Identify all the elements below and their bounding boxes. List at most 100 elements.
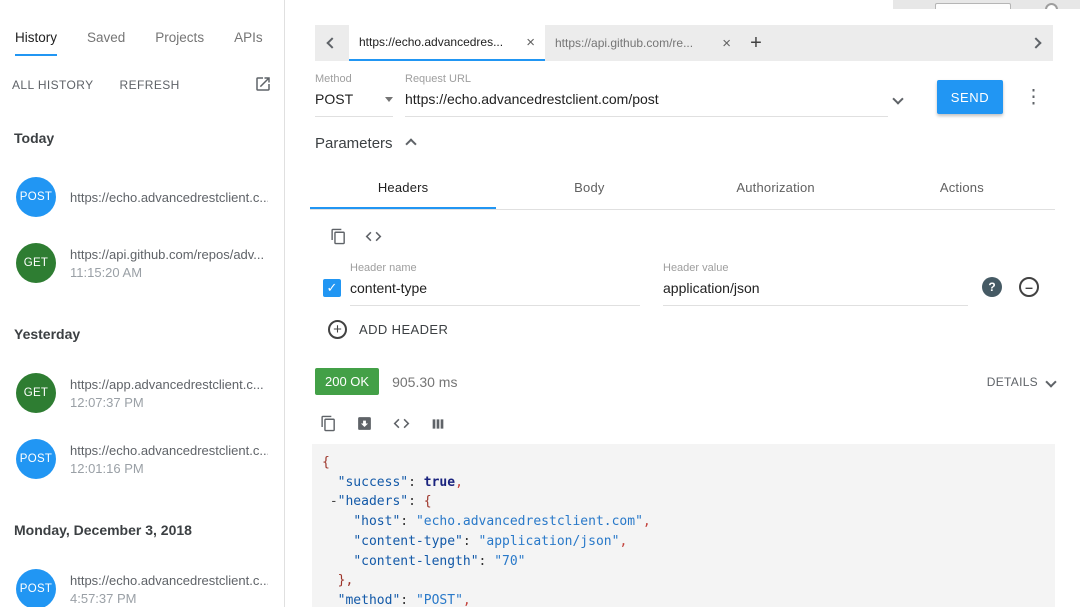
header-value-input[interactable]: Header value application/json: [663, 262, 968, 306]
history-time: 4:57:37 PM: [70, 591, 268, 606]
method-badge: GET: [16, 243, 56, 283]
url-detail-toggle[interactable]: [894, 90, 902, 108]
sidebar-tab-saved[interactable]: Saved: [87, 30, 125, 56]
chevron-up-icon: [405, 138, 416, 149]
history-url: https://echo.advancedrestclient.c...: [70, 443, 268, 458]
save-icon[interactable]: [356, 415, 373, 432]
method-badge: POST: [16, 177, 56, 217]
method-label: Method: [315, 73, 393, 85]
add-header-label: ADD HEADER: [359, 322, 448, 337]
request-url-label: Request URL: [405, 73, 888, 85]
history-url: https://echo.advancedrestclient.c...: [70, 573, 268, 588]
history-item[interactable]: POST https://echo.advancedrestclient.c..…: [0, 556, 284, 607]
history-time: 12:07:37 PM: [70, 395, 264, 410]
header-name-input[interactable]: Header name content-type: [350, 262, 640, 306]
response-toolbar: [320, 414, 446, 433]
request-menu-icon[interactable]: ⋮: [1024, 86, 1040, 109]
request-tab-label: https://api.github.com/re...: [555, 36, 716, 50]
check-icon: ✓: [327, 280, 338, 296]
arc-app: History Saved Projects APIs ALL HISTORY …: [0, 0, 1080, 607]
request-url-value: https://echo.advancedrestclient.com/post: [405, 91, 659, 107]
chevron-right-icon: [1030, 37, 1041, 48]
header-enabled-checkbox[interactable]: ✓: [323, 279, 341, 297]
json-line: -"headers": {: [322, 492, 1045, 512]
history-group-title: Yesterday: [14, 326, 284, 342]
sidebar-tab-projects[interactable]: Projects: [155, 30, 204, 56]
chevron-down-icon: [1045, 376, 1056, 387]
chevron-left-icon: [326, 37, 337, 48]
collapse-toggle-icon[interactable]: -: [330, 494, 338, 509]
tab-authorization[interactable]: Authorization: [683, 168, 869, 209]
sidebar-tab-apis[interactable]: APIs: [234, 30, 263, 56]
json-line: "method": "POST",: [322, 591, 1045, 607]
new-tab-button[interactable]: +: [741, 25, 771, 61]
dropdown-caret-icon: [385, 97, 393, 102]
add-circle-icon: +: [328, 320, 347, 339]
tab-headers[interactable]: Headers: [310, 168, 496, 209]
json-line: {: [322, 453, 1045, 473]
send-button[interactable]: SEND: [937, 80, 1003, 114]
json-line: },: [322, 571, 1045, 591]
editor-tabs: Headers Body Authorization Actions: [310, 168, 1055, 210]
history-item[interactable]: POST https://echo.advancedrestclient.c..…: [0, 426, 284, 492]
details-label: DETAILS: [987, 375, 1038, 389]
sidebar: History Saved Projects APIs ALL HISTORY …: [0, 0, 285, 607]
sidebar-tabs: History Saved Projects APIs: [15, 30, 263, 56]
copy-icon[interactable]: [330, 228, 347, 245]
close-tab-icon[interactable]: ×: [722, 36, 731, 51]
details-toggle[interactable]: DETAILS: [987, 375, 1055, 389]
header-value-value: application/json: [663, 280, 760, 296]
history-item[interactable]: GET https://api.github.com/repos/adv... …: [0, 230, 284, 296]
header-name-value: content-type: [350, 280, 427, 296]
method-selector[interactable]: Method POST: [315, 73, 393, 117]
parameters-toggle[interactable]: Parameters: [315, 135, 415, 152]
method-badge: POST: [16, 569, 56, 607]
response-json-viewer[interactable]: { "success": true, -"headers": { "host":…: [312, 444, 1055, 607]
sidebar-actions: ALL HISTORY REFRESH: [12, 78, 180, 92]
request-tab-label: https://echo.advancedres...: [359, 35, 520, 49]
add-header-button[interactable]: + ADD HEADER: [328, 320, 448, 339]
sidebar-tab-history[interactable]: History: [15, 30, 57, 56]
tab-actions[interactable]: Actions: [869, 168, 1055, 209]
parameters-label: Parameters: [315, 135, 393, 152]
history-time: 12:01:16 PM: [70, 461, 268, 476]
method-value: POST: [315, 91, 353, 107]
code-icon[interactable]: [392, 414, 411, 433]
response-status-row: 200 OK 905.30 ms DETAILS: [315, 368, 1055, 395]
tabs-scroll-right-button[interactable]: [1019, 25, 1053, 61]
refresh-button[interactable]: REFRESH: [120, 78, 180, 92]
history-group-title: Today: [14, 130, 284, 146]
tabs-scroll-left-button[interactable]: [315, 25, 349, 61]
code-icon[interactable]: [364, 227, 383, 246]
history-item[interactable]: GET https://app.advancedrestclient.c... …: [0, 360, 284, 426]
request-url-input[interactable]: Request URL https://echo.advancedrestcli…: [405, 73, 888, 117]
remove-header-icon[interactable]: –: [1019, 277, 1039, 297]
method-badge: GET: [16, 373, 56, 413]
chevron-down-icon: [892, 93, 903, 104]
request-tabstrip: https://echo.advancedres... × https://ap…: [315, 25, 1053, 61]
history-group-title: Monday, December 3, 2018: [14, 522, 284, 538]
status-badge: 200 OK: [315, 368, 379, 395]
json-line: "success": true,: [322, 473, 1045, 493]
json-line: "content-type": "application/json",: [322, 532, 1045, 552]
history-url: https://echo.advancedrestclient.c...: [70, 190, 268, 205]
table-columns-icon[interactable]: [430, 416, 446, 432]
open-in-new-icon[interactable]: [254, 75, 272, 98]
copy-icon[interactable]: [320, 415, 337, 432]
history-list: Today POST https://echo.advancedrestclie…: [0, 112, 284, 607]
header-value-label: Header value: [663, 262, 968, 274]
history-item[interactable]: POST https://echo.advancedrestclient.c..…: [0, 164, 284, 230]
method-badge: POST: [16, 439, 56, 479]
all-history-button[interactable]: ALL HISTORY: [12, 78, 94, 92]
close-tab-icon[interactable]: ×: [526, 35, 535, 50]
history-time: 11:15:20 AM: [70, 265, 264, 280]
request-tab-1[interactable]: https://echo.advancedres... ×: [349, 25, 545, 61]
request-tab-2[interactable]: https://api.github.com/re... ×: [545, 25, 741, 61]
response-time: 905.30 ms: [392, 374, 457, 390]
main-panel: https://echo.advancedres... × https://ap…: [286, 0, 1080, 607]
history-url: https://app.advancedrestclient.c...: [70, 377, 264, 392]
tab-body[interactable]: Body: [496, 168, 682, 209]
headers-toolbar: [330, 227, 383, 246]
header-name-label: Header name: [350, 262, 640, 274]
help-icon[interactable]: ?: [982, 277, 1002, 297]
